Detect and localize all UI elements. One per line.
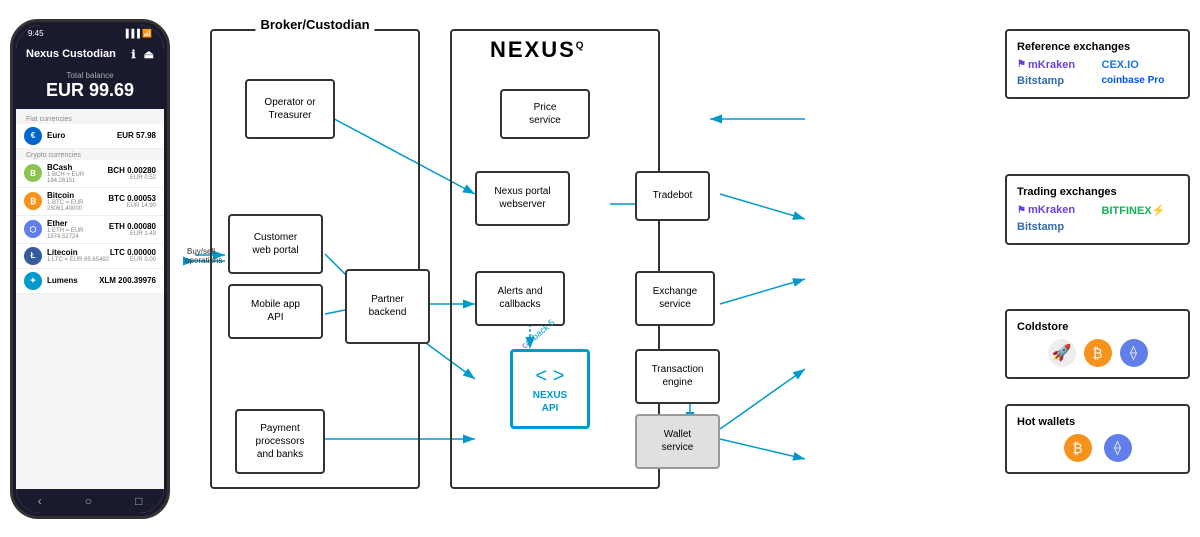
operator-box: Operator or Treasurer [245,79,335,139]
kraken-trading-icon: ⚑ [1017,205,1026,216]
list-item[interactable]: B BCash 1 BCH = EUR 184.26151 BCH 0.0028… [16,160,164,188]
tradebot-label: Tradebot [653,189,693,202]
currency-info: Euro [47,131,117,140]
architecture-diagram: Broker/Custodian NEXUSQ Operator or Trea… [180,9,1190,529]
phone-mockup: 9:45 ▐▐▐ 📶 Nexus Custodian ℹ ⏏ Total bal… [10,19,170,519]
diagram-container: 9:45 ▐▐▐ 📶 Nexus Custodian ℹ ⏏ Total bal… [10,9,1190,529]
mobile-api-label: Mobile appAPI [251,298,300,324]
nexus-logo: NEXUSQ [490,37,586,63]
transaction-engine-box: Transaction engine [635,349,720,404]
phone-header: Nexus Custodian ℹ ⏏ [16,42,164,67]
kraken-logo: ⚑ mKraken [1017,59,1094,71]
bitcoin-icon: ₿ [24,192,42,210]
phone-balance-section: Total balance EUR 99.69 [16,67,164,109]
portal-webserver-label: Nexus portalwebserver [494,185,550,211]
partner-backend-label: Partnerbackend [369,293,407,319]
nexus-api-box: < > NEXUSAPI [510,349,590,429]
balance-amount: EUR 99.69 [26,80,154,101]
kraken-icon: ⚑ [1017,59,1026,70]
price-service-box: Priceservice [500,89,590,139]
exchange-service-box: Exchangeservice [635,271,715,326]
phone-signal-icons: ▐▐▐ 📶 [123,29,152,38]
payment-box: Paymentprocessorsand banks [235,409,325,474]
nexus-api-label: NEXUSAPI [533,389,567,415]
list-item[interactable]: ₿ Bitcoin 1 BTC = EUR 28061.40000 BTC 0.… [16,188,164,216]
list-item[interactable]: ✦ Lumens XLM 200.39976 [16,269,164,294]
bcash-icon: B [24,164,42,182]
phone-time: 9:45 [28,29,44,38]
alerts-callbacks-label: Alerts andcallbacks [497,285,542,311]
list-item[interactable]: Ł Litecoin 1 LTC = EUR 65.65492 LTC 0.00… [16,244,164,269]
broker-title: Broker/Custodian [255,17,374,32]
crypto-section-label: Crypto currencies [16,149,164,160]
trading-exchanges-section: Trading exchanges ⚑ mKraken BITFINEX⚡ Bi… [1005,174,1190,245]
coldstore-eth-icon: ⟠ [1120,339,1148,367]
reference-exchanges-section: Reference exchanges ⚑ mKraken CEX.IO Bit… [1005,29,1190,99]
logout-icon[interactable]: ⏏ [144,48,154,61]
payment-label: Paymentprocessorsand banks [256,422,305,461]
customer-web-box: Customerweb portal [228,214,323,274]
coldstore-bitcoin-icon: ₿ [1084,339,1112,367]
wallet-service-box: Walletservice [635,414,720,469]
kraken-logo-trading: ⚑ mKraken [1017,204,1094,216]
home-nav-icon[interactable]: ○ [85,494,92,508]
operator-label: Operator or Treasurer [251,96,329,122]
bitstamp-logo-trading: Bitstamp [1017,221,1094,233]
coinbase-logo: coinbase Pro [1102,75,1179,86]
trading-exchanges-title: Trading exchanges [1017,186,1178,198]
fiat-section-label: Fiat currencies [16,113,164,124]
transaction-engine-label: Transaction engine [641,363,714,389]
info-icon[interactable]: ℹ [131,48,135,61]
list-item[interactable]: € Euro EUR 57.98 [16,124,164,149]
coldstore-icons: 🚀 ₿ ⟠ [1017,339,1178,367]
coldstore-title: Coldstore [1017,321,1178,333]
recent-nav-icon[interactable]: □ [135,494,142,508]
phone-nav: ‹ ○ □ [16,489,164,513]
phone-title: Nexus Custodian [26,48,116,60]
back-nav-icon[interactable]: ‹ [38,494,42,508]
wallet-service-label: Walletservice [662,428,694,454]
reference-exchanges-title: Reference exchanges [1017,41,1178,53]
partner-backend-box: Partnerbackend [345,269,430,344]
ether-icon: ⬡ [24,220,42,238]
hot-wallets-eth-icon: ⟠ [1104,434,1132,462]
coldstore-section: Coldstore 🚀 ₿ ⟠ [1005,309,1190,379]
phone-status-bar: 9:45 ▐▐▐ 📶 [16,25,164,42]
code-brackets-icon: < > [536,363,565,389]
exchange-service-label: Exchangeservice [653,285,697,311]
litecoin-icon: Ł [24,247,42,265]
lumens-icon: ✦ [24,272,42,290]
tradebot-box: Tradebot [635,171,710,221]
rocket-icon: 🚀 [1048,339,1076,367]
hot-wallets-title: Hot wallets [1017,416,1178,428]
alerts-callbacks-box: Alerts andcallbacks [475,271,565,326]
balance-label: Total balance [26,71,154,80]
hot-wallets-icons: ₿ ⟠ [1017,434,1178,462]
mobile-api-box: Mobile appAPI [228,284,323,339]
portal-webserver-box: Nexus portalwebserver [475,171,570,226]
price-service-label: Priceservice [529,101,561,127]
reference-exchanges-logos: ⚑ mKraken CEX.IO Bitstamp coinbase Pro [1017,59,1178,87]
cex-logo: CEX.IO [1102,59,1179,71]
bitfinex-logo: BITFINEX⚡ [1102,204,1179,217]
trading-exchanges-logos: ⚑ mKraken BITFINEX⚡ Bitstamp [1017,204,1178,233]
hot-wallets-section: Hot wallets ₿ ⟠ [1005,404,1190,474]
euro-icon: € [24,127,42,145]
hot-wallets-bitcoin-icon: ₿ [1064,434,1092,462]
buysell-label: Buy/selloperations [185,247,217,265]
phone-content: Fiat currencies € Euro EUR 57.98 Crypto … [16,109,164,489]
customer-web-label: Customerweb portal [252,231,298,257]
list-item[interactable]: ⬡ Ether 1 ETH = EUR 1874.52724 ETH 0.000… [16,216,164,244]
bitstamp-logo-ref: Bitstamp [1017,75,1094,87]
